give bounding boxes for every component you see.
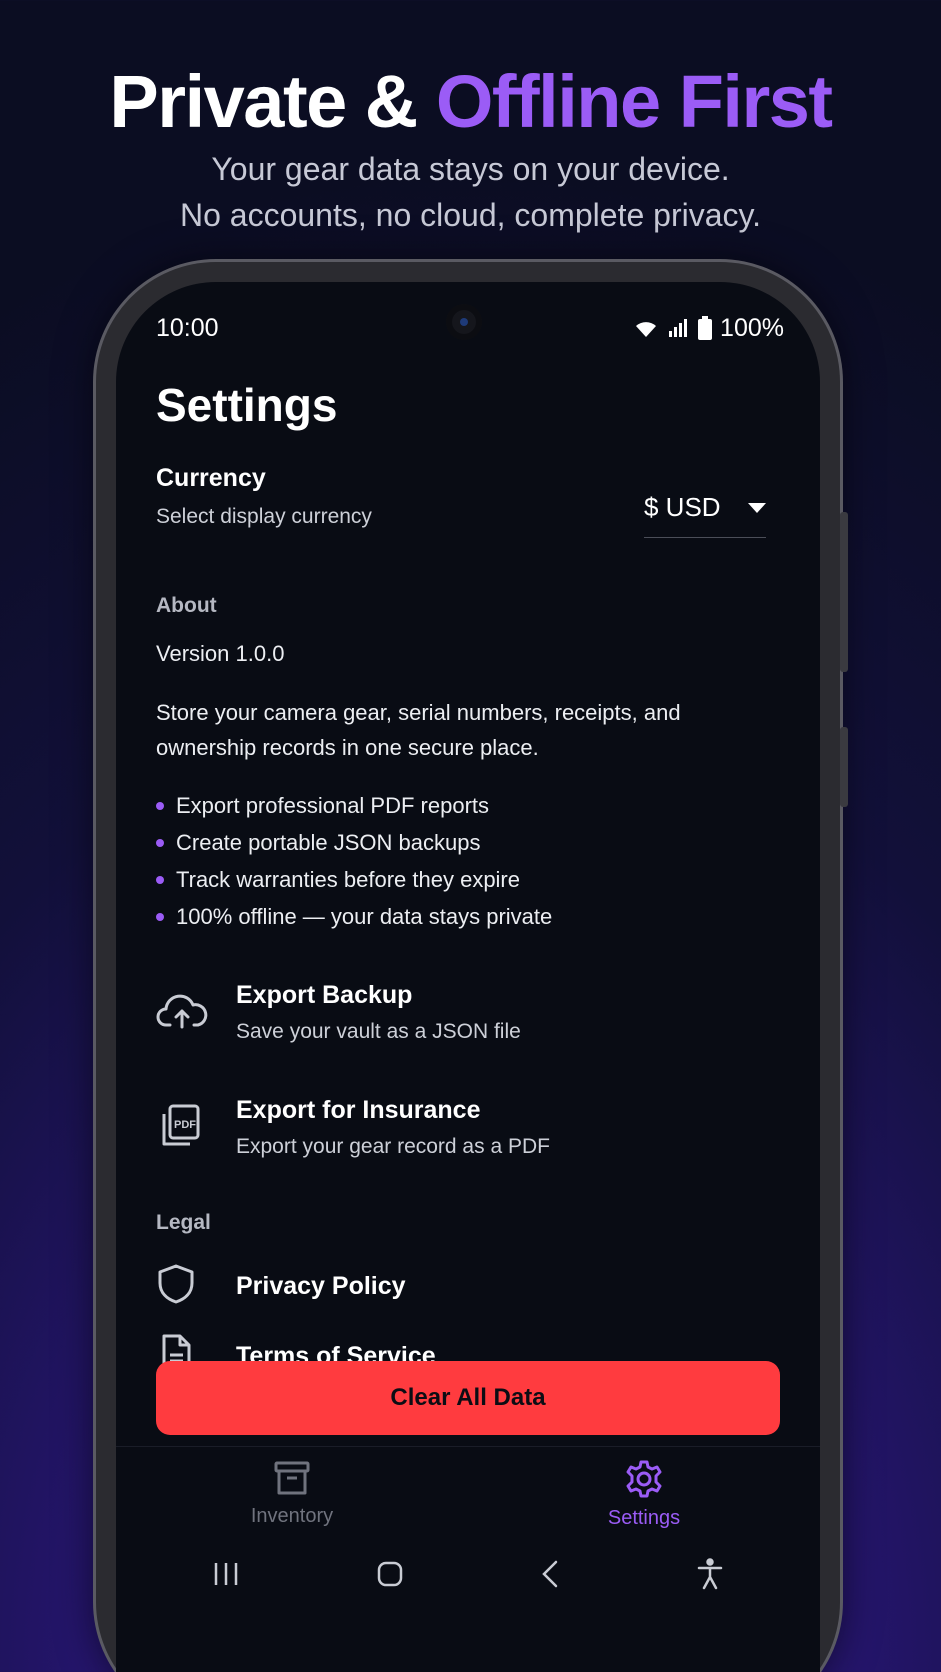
shield-icon bbox=[156, 1263, 236, 1310]
export-backup-subtitle: Save your vault as a JSON file bbox=[236, 1020, 521, 1043]
hero-subtitle-1: Your gear data stays on your device. bbox=[211, 151, 730, 187]
currency-select[interactable]: $ USD bbox=[644, 492, 766, 538]
currency-selected-value: $ USD bbox=[644, 492, 721, 522]
feature-text: Track warranties before they expire bbox=[176, 867, 520, 892]
hero: Private & Offline First Your gear data s… bbox=[0, 58, 941, 238]
phone-frame: 10:00 100% Settings Currency Select disp… bbox=[96, 262, 848, 1672]
battery-percent: 100% bbox=[720, 313, 784, 342]
volume-button bbox=[840, 727, 848, 807]
currency-label: Currency bbox=[156, 464, 266, 492]
bottom-tab-bar: Inventory Settings bbox=[116, 1446, 820, 1556]
tab-inventory[interactable]: Inventory bbox=[116, 1447, 468, 1556]
privacy-policy-label: Privacy Policy bbox=[236, 1271, 406, 1300]
feature-text: Create portable JSON backups bbox=[176, 830, 481, 855]
bullet-icon bbox=[156, 838, 164, 847]
export-insurance-title: Export for Insurance bbox=[236, 1096, 481, 1124]
page-title: Settings bbox=[156, 379, 338, 431]
front-camera bbox=[446, 304, 482, 340]
bullet-icon bbox=[156, 912, 164, 921]
cloud-upload-icon bbox=[156, 981, 236, 1041]
pdf-icon: PDF bbox=[156, 1096, 236, 1156]
wifi-icon bbox=[636, 322, 657, 337]
version-text: Version 1.0.0 bbox=[156, 641, 285, 666]
list-item: Track warranties before they expire bbox=[156, 861, 780, 898]
legal-section-label: Legal bbox=[156, 1211, 211, 1234]
feature-list: Export professional PDF reports Create p… bbox=[156, 787, 780, 935]
feature-text: 100% offline — your data stays private bbox=[176, 904, 553, 929]
archive-icon bbox=[274, 1461, 310, 1495]
privacy-policy-link[interactable]: Privacy Policy bbox=[156, 1261, 780, 1311]
back-icon[interactable] bbox=[540, 1560, 560, 1588]
currency-row: Currency Select display currency $ USD bbox=[156, 464, 780, 538]
status-time: 10:00 bbox=[156, 313, 219, 342]
export-insurance-subtitle: Export your gear record as a PDF bbox=[236, 1135, 550, 1158]
svg-text:PDF: PDF bbox=[174, 1119, 196, 1131]
recents-icon[interactable] bbox=[212, 1561, 240, 1587]
export-insurance-button[interactable]: PDF Export for Insurance Export your gea… bbox=[156, 1096, 780, 1159]
export-backup-title: Export Backup bbox=[236, 981, 413, 1009]
phone-screen: 10:00 100% Settings Currency Select disp… bbox=[116, 282, 820, 1672]
list-item: Export professional PDF reports bbox=[156, 787, 780, 824]
battery-icon bbox=[698, 316, 713, 340]
settings-content: Settings Currency Select display currenc… bbox=[156, 372, 780, 1381]
gear-icon bbox=[626, 1460, 662, 1498]
export-backup-button[interactable]: Export Backup Save your vault as a JSON … bbox=[156, 981, 780, 1044]
chevron-down-icon bbox=[748, 502, 766, 513]
about-description: Store your camera gear, serial numbers, … bbox=[156, 700, 681, 760]
tab-inventory-label: Inventory bbox=[250, 1505, 334, 1527]
tab-settings-label: Settings bbox=[607, 1507, 681, 1529]
feature-text: Export professional PDF reports bbox=[176, 793, 490, 818]
power-button bbox=[840, 512, 848, 672]
bullet-icon bbox=[156, 801, 164, 810]
accessibility-icon[interactable] bbox=[696, 1558, 724, 1590]
hero-subtitle-2: No accounts, no cloud, complete privacy. bbox=[179, 197, 762, 233]
about-section-label: About bbox=[156, 594, 217, 617]
system-nav-bar bbox=[116, 1544, 820, 1604]
clear-all-data-button[interactable]: Clear All Data bbox=[156, 1361, 780, 1435]
signal-icon bbox=[669, 319, 688, 337]
list-item: Create portable JSON backups bbox=[156, 824, 780, 861]
currency-description: Select display currency bbox=[156, 505, 372, 528]
home-icon[interactable] bbox=[376, 1560, 404, 1588]
hero-title: Private & Offline First bbox=[0, 58, 941, 146]
list-item: 100% offline — your data stays private bbox=[156, 898, 780, 935]
bullet-icon bbox=[156, 875, 164, 884]
hero-title-accent: Offline First bbox=[435, 60, 833, 143]
status-icons: 100% bbox=[632, 314, 784, 343]
tab-settings[interactable]: Settings bbox=[468, 1447, 820, 1556]
hero-title-main: Private & bbox=[109, 60, 436, 143]
